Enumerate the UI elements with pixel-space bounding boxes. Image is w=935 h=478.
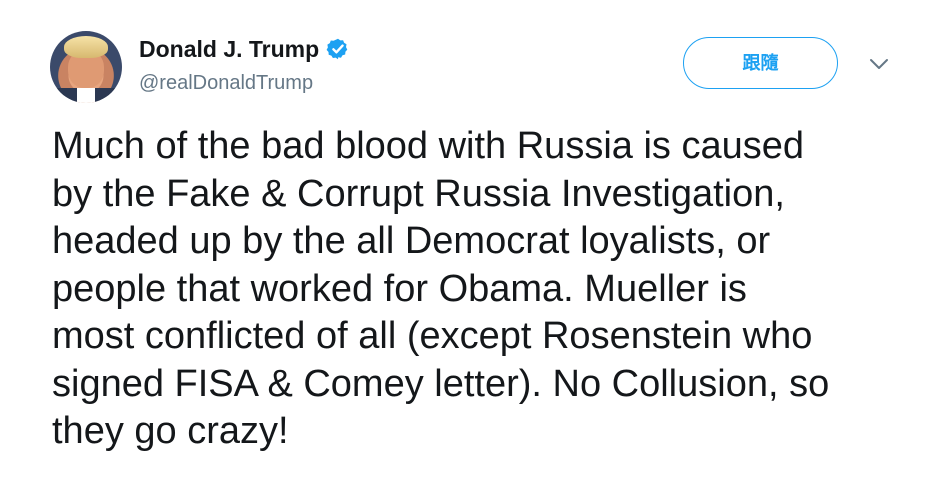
display-name[interactable]: Donald J. Trump (139, 36, 319, 63)
chevron-down-icon[interactable] (868, 56, 890, 72)
avatar-suit (54, 88, 118, 103)
author-name-row: Donald J. Trump (139, 34, 350, 64)
verified-badge-icon (326, 38, 348, 60)
avatar[interactable] (50, 31, 122, 103)
user-handle[interactable]: @realDonaldTrump (139, 72, 313, 95)
follow-button[interactable]: 跟隨 (683, 37, 838, 89)
tweet-card: Donald J. Trump @realDonaldTrump 跟隨 Much… (0, 0, 935, 478)
tweet-text: Much of the bad blood with Russia is cau… (52, 125, 830, 452)
avatar-hair (64, 36, 108, 58)
